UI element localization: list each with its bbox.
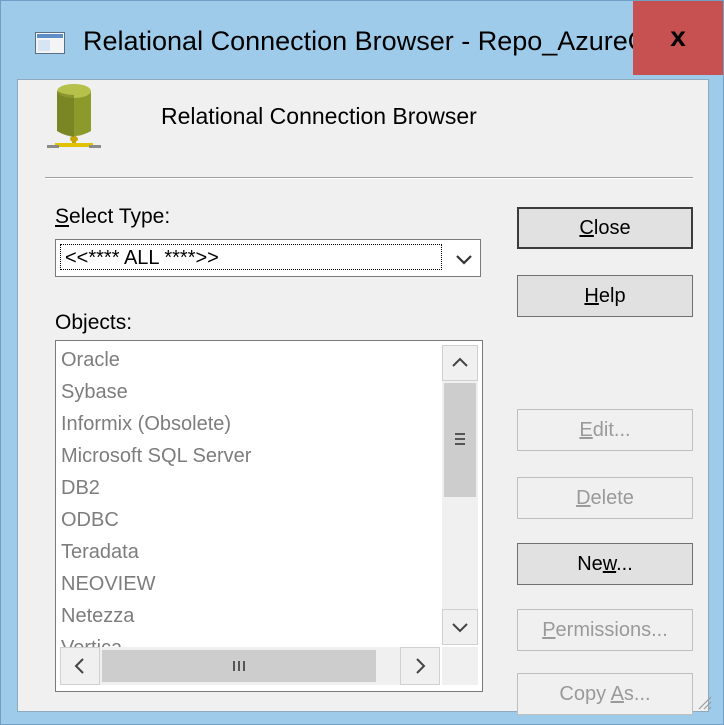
new-button-mnemonic: w: [602, 553, 617, 575]
objects-label-text: ects:: [87, 311, 133, 334]
objects-label: Objects:: [55, 311, 132, 335]
grip-icon: [455, 433, 465, 445]
chevron-right-icon: [416, 658, 426, 674]
objects-label-pre: Ob: [55, 311, 84, 334]
close-button-mnemonic: C: [579, 217, 594, 239]
window-title: Relational Connection Browser - Repo_Azu…: [83, 26, 706, 56]
select-type-label-text: elect Type:: [69, 205, 171, 228]
list-item[interactable]: Netezza: [60, 601, 440, 633]
help-button[interactable]: Help: [517, 275, 693, 317]
edit-button-mnemonic: E: [579, 419, 593, 441]
select-type-dropdown[interactable]: <<**** ALL ****>>: [55, 239, 481, 277]
title-bar[interactable]: Relational Connection Browser - Repo_Azu…: [1, 1, 723, 79]
vertical-scroll-thumb[interactable]: [444, 383, 476, 497]
edit-button[interactable]: Edit...: [517, 409, 693, 451]
chevron-down-icon[interactable]: [452, 248, 476, 270]
permissions-button-label: ermissions...: [555, 619, 668, 641]
close-icon: x: [670, 21, 686, 52]
dialog-window: Relational Connection Browser - Repo_Azu…: [0, 0, 724, 725]
scroll-down-button[interactable]: [442, 609, 478, 645]
chevron-down-icon: [452, 623, 468, 633]
chevron-left-icon: [74, 658, 84, 674]
list-item[interactable]: Teradata: [60, 537, 440, 569]
horizontal-scrollbar[interactable]: [60, 647, 440, 685]
delete-button-label: elete: [590, 487, 634, 509]
resize-grip-icon[interactable]: [693, 691, 713, 711]
new-button-label-pre: Ne: [577, 553, 603, 575]
edit-button-label: dit...: [592, 419, 631, 441]
list-item[interactable]: ODBC: [60, 505, 440, 537]
objects-list: Oracle Sybase Informix (Obsolete) Micros…: [60, 345, 440, 659]
scrollbar-corner: [442, 647, 478, 685]
new-button[interactable]: New...: [517, 543, 693, 585]
grip-icon: [233, 661, 245, 671]
select-type-mnemonic: S: [55, 205, 70, 228]
permissions-button[interactable]: Permissions...: [517, 609, 693, 651]
close-button-label: lose: [593, 217, 631, 239]
close-window-button[interactable]: x: [633, 1, 723, 75]
objects-listbox[interactable]: Oracle Sybase Informix (Obsolete) Micros…: [55, 340, 483, 692]
list-item[interactable]: Oracle: [60, 345, 440, 377]
window-app-icon: [35, 32, 65, 54]
header-title: Relational Connection Browser: [161, 103, 477, 129]
scroll-right-button[interactable]: [400, 647, 440, 685]
list-item[interactable]: DB2: [60, 473, 440, 505]
close-button[interactable]: Close: [517, 207, 693, 249]
delete-button[interactable]: Delete: [517, 477, 693, 519]
copy-as-button-label: s...: [623, 683, 651, 705]
select-type-value: <<**** ALL ****>>: [60, 244, 442, 270]
list-item[interactable]: Sybase: [60, 377, 440, 409]
list-item[interactable]: NEOVIEW: [60, 569, 440, 601]
header-separator: [45, 177, 693, 179]
permissions-button-mnemonic: P: [542, 619, 556, 641]
copy-as-button-label-pre: Copy: [559, 683, 611, 705]
scroll-left-button[interactable]: [60, 647, 100, 685]
list-item[interactable]: Microsoft SQL Server: [60, 441, 440, 473]
database-icon: [47, 84, 101, 148]
list-item[interactable]: Informix (Obsolete): [60, 409, 440, 441]
select-type-label: Select Type:: [55, 205, 170, 229]
copy-as-button[interactable]: Copy As...: [517, 673, 693, 715]
delete-button-mnemonic: D: [576, 487, 591, 509]
scroll-up-button[interactable]: [442, 345, 478, 381]
chevron-up-icon: [452, 357, 468, 367]
horizontal-scroll-thumb[interactable]: [102, 650, 376, 682]
new-button-label: ...: [616, 553, 633, 575]
help-button-label: elp: [598, 285, 626, 307]
help-button-mnemonic: H: [584, 285, 599, 307]
vertical-scrollbar[interactable]: [442, 345, 478, 645]
copy-as-button-mnemonic: A: [610, 683, 624, 705]
